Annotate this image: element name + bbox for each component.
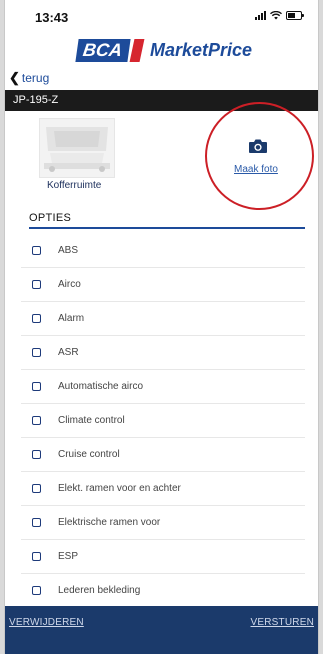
checkbox[interactable]: [32, 314, 41, 323]
red-circle-annotation: [205, 102, 314, 210]
wifi-icon: [270, 11, 282, 20]
phone-screen: 13:43 BCA MarketPrice ❮ terug JP-195-Z K…: [4, 0, 319, 654]
checkbox[interactable]: [32, 450, 41, 459]
option-row[interactable]: Lederen bekleding: [21, 574, 305, 608]
option-row[interactable]: Airco: [21, 268, 305, 302]
photo-caption: Kofferruimte: [47, 180, 102, 191]
option-label: Climate control: [58, 415, 125, 426]
option-row[interactable]: Cruise control: [21, 438, 305, 472]
checkbox[interactable]: [32, 416, 41, 425]
option-label: Elektrische ramen voor: [58, 517, 161, 528]
status-bar: 13:43: [5, 0, 318, 30]
delete-button[interactable]: VERWIJDEREN: [9, 617, 84, 628]
option-row[interactable]: ASR: [21, 336, 305, 370]
option-label: Elekt. ramen voor en achter: [58, 483, 181, 494]
back-label: terug: [21, 71, 50, 85]
option-row[interactable]: Elekt. ramen voor en achter: [21, 472, 305, 506]
checkbox[interactable]: [32, 552, 41, 561]
chevron-left-icon: ❮: [9, 70, 20, 85]
license-plate: JP-195-Z: [13, 94, 59, 106]
logo-bca-text: BCA: [75, 39, 131, 62]
options-section-header: OPTIES: [29, 212, 305, 229]
option-label: ABS: [58, 245, 79, 256]
options-list: ABS Airco Alarm ASR Automatische airco C…: [21, 234, 305, 608]
checkbox[interactable]: [32, 280, 41, 289]
battery-icon: [286, 11, 304, 20]
option-label: Lederen bekleding: [58, 585, 141, 596]
option-label: Airco: [58, 279, 81, 290]
logo-marketprice-text: MarketPrice: [150, 40, 253, 60]
option-label: Automatische airco: [58, 381, 144, 392]
checkbox[interactable]: [32, 484, 41, 493]
option-row[interactable]: Climate control: [21, 404, 305, 438]
checkbox[interactable]: [32, 348, 41, 357]
bca-marketprice-logo: BCA MarketPrice: [75, 39, 253, 62]
option-row[interactable]: ABS: [21, 234, 305, 268]
checkbox[interactable]: [32, 518, 41, 527]
checkbox[interactable]: [32, 246, 41, 255]
car-trunk-image: [40, 119, 114, 177]
option-label: ASR: [58, 347, 79, 358]
option-row[interactable]: Automatische airco: [21, 370, 305, 404]
checkbox[interactable]: [32, 586, 41, 595]
option-label: Alarm: [58, 313, 85, 324]
option-row[interactable]: Elektrische ramen voor: [21, 506, 305, 540]
option-label: ESP: [58, 551, 79, 562]
option-label: Cruise control: [58, 449, 120, 460]
checkbox[interactable]: [32, 382, 41, 391]
status-icons: [255, 11, 304, 20]
status-time: 13:43: [35, 10, 69, 25]
logo-red-bar: [129, 39, 145, 62]
option-row[interactable]: Alarm: [21, 302, 305, 336]
footer-bar: VERWIJDEREN VERSTUREN: [5, 606, 318, 654]
signal-icon: [255, 11, 266, 20]
option-row[interactable]: ESP: [21, 540, 305, 574]
trunk-photo-thumbnail[interactable]: [39, 118, 115, 178]
back-button[interactable]: ❮ terug: [9, 70, 49, 86]
send-button[interactable]: VERSTUREN: [251, 617, 314, 628]
